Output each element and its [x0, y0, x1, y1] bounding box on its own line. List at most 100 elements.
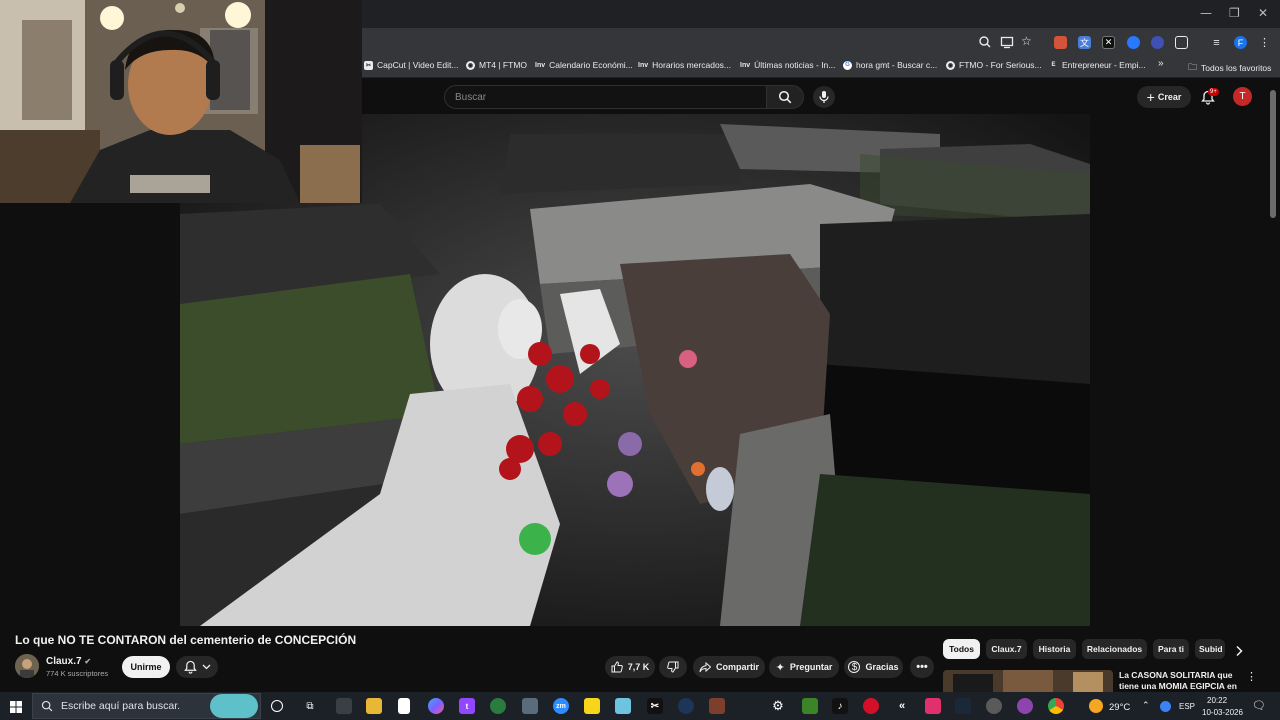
search-icon	[41, 700, 53, 712]
file-explorer-icon[interactable]	[366, 698, 382, 714]
chrome-menu-icon[interactable]: ⋮	[1258, 36, 1271, 49]
chip-para-ti[interactable]: Para ti	[1153, 639, 1189, 659]
recommended-video-thumbnail[interactable]	[943, 670, 1113, 692]
app-globe-icon[interactable]	[490, 698, 506, 714]
dislike-button[interactable]	[659, 656, 687, 678]
bookmark-ftmo[interactable]: ◉ FTMO - For Serious...	[946, 60, 1042, 70]
minimize-icon[interactable]: —	[1200, 6, 1212, 20]
bookmark-capcut[interactable]: ✂ CapCut | Video Edit...	[364, 60, 458, 70]
zoom-icon[interactable]	[978, 35, 992, 49]
tiktok-icon[interactable]: ♪	[832, 698, 848, 714]
taskbar-blank-app-icon[interactable]	[336, 698, 352, 714]
close-icon[interactable]: ✕	[1258, 6, 1268, 20]
steam-icon[interactable]	[955, 698, 971, 714]
twitch-icon[interactable]: t	[459, 698, 475, 714]
channel-name[interactable]: Claux.7 ✔	[46, 656, 91, 667]
capcut-taskbar-icon[interactable]: ✂	[647, 698, 663, 714]
bookmark-calendario[interactable]: Inv Calendario Económi...	[535, 60, 633, 70]
more-actions-button[interactable]: •••	[910, 656, 934, 678]
more-horizontal-icon: •••	[916, 661, 928, 673]
create-button[interactable]: + Crear	[1137, 86, 1191, 108]
investing-icon: Inv	[535, 61, 546, 69]
settings-gear-icon[interactable]: ⚙	[770, 698, 786, 714]
windows-logo-icon	[10, 701, 22, 713]
extension-blue-icon[interactable]	[1127, 36, 1140, 49]
super-thanks-icon: $	[848, 661, 861, 673]
notification-center-icon[interactable]: 🗨	[1252, 699, 1266, 712]
opera-icon[interactable]	[863, 698, 879, 714]
search-highlight-icon[interactable]	[210, 694, 258, 718]
maximize-icon[interactable]: ❐	[1229, 6, 1240, 20]
chip-subidos[interactable]: Subid	[1195, 639, 1225, 659]
app-purple-icon[interactable]	[1017, 698, 1033, 714]
clock-time[interactable]: 20:22	[1207, 696, 1227, 705]
chip-todos[interactable]: Todos	[943, 639, 980, 659]
notification-settings-button[interactable]	[176, 656, 218, 678]
webcam-overlay	[0, 0, 362, 203]
network-icon[interactable]	[1160, 701, 1171, 712]
all-bookmarks-folder[interactable]: 🗀 Todos los favoritos	[1188, 60, 1271, 76]
investing-icon: Inv	[740, 61, 751, 69]
bookmark-entrepreneur[interactable]: E Entrepreneur - Empi...	[1049, 60, 1145, 70]
app-brown-icon[interactable]	[709, 698, 725, 714]
ask-button[interactable]: ✦ Preguntar	[769, 656, 839, 678]
thanks-button[interactable]: $ Gracias	[844, 656, 903, 678]
bookmark-hora-gmt[interactable]: Ghora gmt - Buscar c...	[843, 60, 937, 70]
chip-historia[interactable]: Historia	[1033, 639, 1076, 659]
zoom-app-icon[interactable]: zm	[553, 698, 569, 714]
account-avatar[interactable]: T	[1233, 87, 1252, 106]
language-indicator[interactable]: ESP	[1179, 702, 1195, 711]
notification-count-badge: 9+	[1208, 88, 1219, 96]
notepad-icon[interactable]	[398, 698, 410, 714]
bookmark-noticias[interactable]: Inv Últimas noticias - In...	[740, 60, 835, 70]
obs-icon[interactable]	[986, 698, 1002, 714]
app-blue-circle-icon[interactable]	[678, 698, 694, 714]
extension-circle-icon[interactable]	[1151, 36, 1164, 49]
extension-x-icon[interactable]: ✕	[1102, 36, 1115, 49]
ftmo-icon: ◉	[466, 60, 475, 70]
recommended-video-menu-icon[interactable]: ⋮	[1246, 670, 1257, 683]
windows-start-button[interactable]	[10, 700, 22, 718]
app-cube-icon[interactable]	[615, 698, 631, 714]
share-icon	[699, 661, 711, 672]
install-app-icon[interactable]	[1000, 35, 1014, 49]
app-arrows-icon[interactable]: «	[894, 698, 910, 714]
tray-chevron-up-icon[interactable]: ⌃	[1142, 700, 1150, 711]
app-pink-icon[interactable]	[925, 698, 941, 714]
share-button[interactable]: Compartir	[693, 656, 765, 678]
bookmarks-more-button[interactable]: »	[1158, 58, 1164, 69]
bookmark-star-icon[interactable]: ☆	[1021, 34, 1035, 48]
chips-next-button[interactable]	[1234, 644, 1244, 662]
extensions-puzzle-icon[interactable]	[1175, 36, 1188, 49]
streamer-webcam-image	[0, 0, 362, 203]
bookmark-horarios[interactable]: Inv Horarios mercados...	[638, 60, 731, 70]
minecraft-icon[interactable]	[802, 698, 818, 714]
channel-avatar[interactable]	[15, 654, 39, 678]
bookmark-mt4-ftmo[interactable]: ◉ MT4 | FTMO	[466, 60, 527, 70]
reading-list-icon[interactable]: ≡	[1210, 36, 1223, 49]
chip-relacionados[interactable]: Relacionados	[1082, 639, 1147, 659]
join-button[interactable]: Unirme	[122, 656, 170, 678]
like-button[interactable]: 7,7 K	[605, 656, 655, 678]
search-input[interactable]: Buscar	[444, 85, 767, 109]
cortana-icon[interactable]	[271, 700, 283, 712]
task-view-icon[interactable]: ⧉	[302, 698, 318, 714]
sticky-notes-icon[interactable]	[584, 698, 600, 714]
profile-avatar[interactable]: F	[1234, 36, 1247, 49]
chip-channel[interactable]: Claux.7	[986, 639, 1027, 659]
weather-sun-icon[interactable]	[1089, 699, 1103, 713]
microphone-icon	[819, 91, 829, 103]
extension-red-icon[interactable]	[1054, 36, 1067, 49]
chevron-right-icon	[1236, 645, 1243, 657]
app-grid-icon[interactable]	[522, 698, 538, 714]
page-scrollbar[interactable]	[1270, 90, 1276, 218]
clock-date[interactable]: 10-03-2026	[1202, 708, 1243, 717]
copilot-icon[interactable]	[428, 698, 444, 714]
weather-temperature[interactable]: 29°C	[1109, 702, 1130, 713]
search-button[interactable]	[766, 85, 804, 109]
chevron-down-icon	[202, 664, 210, 670]
voice-search-button[interactable]	[813, 86, 835, 108]
translate-extension-icon[interactable]: 文	[1078, 36, 1091, 49]
chrome-icon[interactable]	[1048, 698, 1064, 714]
thumbs-down-icon	[667, 661, 679, 673]
